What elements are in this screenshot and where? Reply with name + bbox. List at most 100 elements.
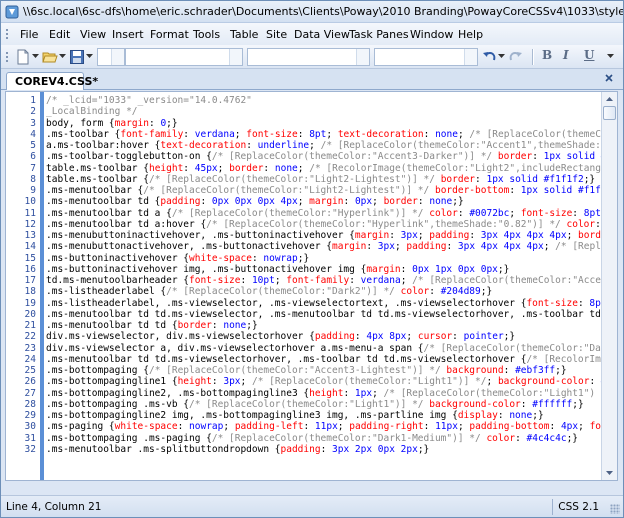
undo-icon[interactable]: [482, 49, 498, 65]
line-number: 27: [24, 387, 36, 399]
line-number: 19: [24, 297, 36, 309]
line-number: 26: [24, 376, 36, 388]
menubar-grip-icon[interactable]: [5, 28, 9, 40]
line-number: 4: [30, 128, 36, 140]
font-combo[interactable]: [125, 48, 243, 66]
code-line[interactable]: .ms-bottompaging {/* [ReplaceColor(theme…: [46, 365, 567, 376]
menu-help[interactable]: Help: [458, 28, 483, 41]
toolbar-separator: [532, 49, 533, 65]
toolbar: B I U: [1, 45, 623, 69]
font-size-combo[interactable]: [247, 48, 370, 66]
line-number: 13: [24, 230, 36, 241]
cursor-position: Line 4, Column 21: [6, 501, 102, 513]
underline-button[interactable]: U: [584, 48, 594, 62]
code-line[interactable]: .ms-listheaderlabel {/* [ReplaceColor(th…: [46, 286, 492, 297]
new-dropdown-icon[interactable]: [32, 54, 39, 58]
line-number: 28: [24, 398, 36, 410]
code-line[interactable]: .ms-menutoolbar td td.ms-viewselector, .…: [46, 309, 601, 320]
chevron-down-icon[interactable]: [111, 49, 124, 65]
editor-bottom-edge: [5, 481, 618, 493]
code-line[interactable]: .ms-bottompagingline2, .ms-bottompagingl…: [46, 388, 595, 399]
chevron-down-icon[interactable]: [229, 49, 242, 65]
menu-window[interactable]: Window: [410, 28, 453, 41]
code-line[interactable]: .ms-buttoninactivehover img, .ms-buttona…: [46, 264, 509, 275]
open-dropdown-icon[interactable]: [59, 54, 66, 58]
close-icon[interactable]: [603, 72, 615, 84]
css-schema-indicator[interactable]: CSS 2.1: [558, 501, 599, 513]
code-line[interactable]: .ms-toolbar-togglebutton-on {/* [Replace…: [46, 151, 602, 162]
line-number: 20: [24, 308, 36, 320]
code-line[interactable]: /* _lcid="1033" _version="14.0.4762": [46, 95, 252, 106]
status-bar: Line 4, Column 21 CSS 2.1: [1, 495, 623, 517]
line-number: 29: [24, 410, 36, 421]
code-editor[interactable]: 1 2 3 4 5 6 7 8 9 10 11 12 13 14 15 16 17 18 19 20 21 22 23 24 2…: [5, 91, 618, 481]
code-line[interactable]: body, form {margin: 0;}: [46, 118, 178, 129]
toolbar-grip-icon[interactable]: [5, 51, 9, 63]
line-number: 2: [30, 106, 36, 118]
chevron-down-icon[interactable]: [464, 49, 477, 65]
scroll-up-icon[interactable]: [602, 92, 617, 106]
code-line[interactable]: table.ms-toolbar {height: 45px; border: …: [46, 163, 602, 174]
code-line[interactable]: .ms-menubuttonactivehover, .ms-buttonact…: [46, 241, 601, 252]
code-line[interactable]: .ms-menutoolbar td a {/* [ReplaceColor(t…: [46, 208, 602, 219]
code-area[interactable]: /* _lcid="1033" _version="14.0.4762" _Loc…: [46, 95, 602, 479]
code-line[interactable]: div.ms-viewselector a, div.ms-viewselect…: [46, 343, 602, 354]
code-line[interactable]: .ms-toolbar {font-family: verdana; font-…: [46, 129, 602, 140]
style-combo[interactable]: [97, 48, 125, 66]
code-line[interactable]: .ms-menutoolbar td td.ms-viewselectorhov…: [46, 354, 602, 365]
save-dropdown-icon[interactable]: [86, 54, 93, 58]
vertical-scrollbar[interactable]: [601, 92, 617, 480]
menu-site[interactable]: Site: [266, 28, 287, 41]
line-number: 11: [24, 207, 36, 219]
code-line[interactable]: .ms-menutoolbar {/* [ReplaceColor(themeC…: [46, 185, 602, 196]
new-page-icon[interactable]: [15, 49, 31, 65]
chevron-down-icon[interactable]: [356, 49, 369, 65]
bold-button[interactable]: B: [542, 48, 552, 62]
code-line[interactable]: .ms-menutoolbar td {padding: 0px 0px 0px…: [46, 196, 464, 207]
code-line[interactable]: .ms-menutoolbar td a:hover {/* [ReplaceC…: [46, 219, 602, 230]
menu-format[interactable]: Format: [150, 28, 189, 41]
menu-edit[interactable]: Edit: [49, 28, 70, 41]
code-line[interactable]: .ms-paging {white-space: nowrap; padding…: [46, 421, 602, 432]
save-icon[interactable]: [69, 49, 85, 65]
scroll-down-icon[interactable]: [602, 466, 617, 480]
line-number: 21: [24, 320, 36, 331]
toolbar-overflow-icon[interactable]: [607, 54, 614, 58]
code-line[interactable]: div.ms-viewselector, div.ms-viewselector…: [46, 331, 515, 342]
code-line[interactable]: td.ms-menutoolbarheader {font-size: 10pt…: [46, 275, 602, 286]
menu-view[interactable]: View: [80, 28, 106, 41]
line-number: 30: [24, 421, 36, 433]
title-bar: \\6sc.local\6sc-dfs\home\eric.schrader\D…: [1, 1, 623, 23]
menu-data-view[interactable]: Data View: [294, 28, 350, 41]
zoom-combo[interactable]: [374, 48, 478, 66]
line-number: 24: [24, 353, 36, 365]
code-line[interactable]: a.ms-toolbar:hover {text-decoration: und…: [46, 140, 602, 151]
menu-tools[interactable]: Tools: [193, 28, 220, 41]
menu-file[interactable]: File: [20, 28, 38, 41]
open-folder-icon[interactable]: [42, 49, 58, 65]
line-number: 12: [24, 218, 36, 230]
code-line[interactable]: .ms-bottompaging .ms-paging {/* [Replace…: [46, 433, 578, 444]
resize-grip-icon[interactable]: [610, 504, 620, 514]
italic-button[interactable]: I: [563, 48, 569, 62]
code-line[interactable]: .ms-bottompagingline1 {height: 3px; /* […: [46, 376, 602, 387]
menu-task-panes[interactable]: Task Panes: [349, 28, 409, 41]
code-line[interactable]: .ms-buttoninactivehover {white-space: no…: [46, 253, 309, 264]
code-line[interactable]: .ms-bottompaging .ms-vb {/* [ReplaceColo…: [46, 399, 584, 410]
line-number: 16: [24, 263, 36, 275]
code-line[interactable]: _LocalBinding */: [46, 106, 138, 117]
menu-table[interactable]: Table: [230, 28, 258, 41]
code-line[interactable]: .ms-menubuttoninactivehover, .ms-buttoni…: [46, 230, 602, 241]
undo-dropdown-icon[interactable]: [498, 54, 505, 58]
line-number: 7: [30, 162, 36, 174]
line-number: 18: [24, 286, 36, 298]
tab-corev4-css[interactable]: COREV4.CSS*: [6, 72, 98, 90]
code-line[interactable]: .ms-listheaderlabel, .ms-viewselector, .…: [46, 298, 602, 309]
code-line[interactable]: .ms-bottompagingline2 img, .ms-bottompag…: [46, 410, 544, 421]
code-line[interactable]: .ms-menutoolbar td td {border: none;}: [46, 320, 258, 331]
redo-icon[interactable]: [507, 49, 523, 65]
menu-insert[interactable]: Insert: [112, 28, 144, 41]
code-line[interactable]: .ms-menutoolbar .ms-splitbuttondropdown …: [46, 444, 429, 455]
scrollbar-thumb[interactable]: [603, 106, 616, 120]
code-line[interactable]: table.ms-toolbar {/* [ReplaceColor(theme…: [46, 174, 595, 185]
